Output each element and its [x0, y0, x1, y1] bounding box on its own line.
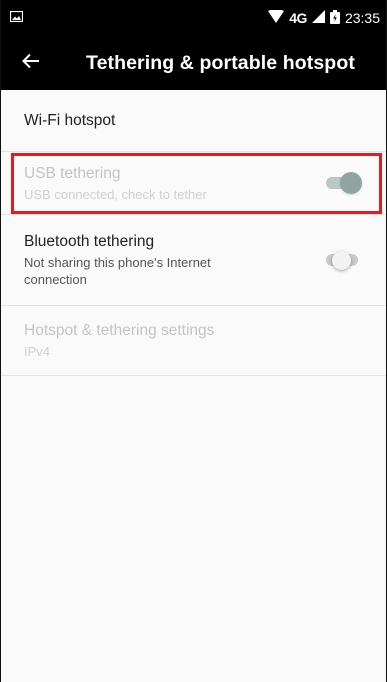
bluetooth-tethering-item[interactable]: Bluetooth tethering Not sharing this pho… — [1, 215, 386, 306]
clock: 23:35 — [344, 10, 380, 26]
item-summary: USB connected, check to tether — [24, 186, 207, 202]
signal-icon — [311, 10, 325, 26]
battery-icon — [329, 9, 340, 27]
toggle-thumb — [332, 251, 351, 270]
image-notification-icon — [9, 9, 24, 27]
status-bar: 4G 23:35 — [1, 0, 386, 36]
page-title: Tethering & portable hotspot — [86, 51, 355, 74]
screen: 4G 23:35 Tethering & portable hotspot Wi… — [0, 0, 387, 682]
settings-list: Wi-Fi hotspot USB tethering USB connecte… — [1, 90, 386, 376]
wifi-hotspot-item[interactable]: Wi-Fi hotspot — [1, 90, 386, 152]
usb-tethering-item[interactable]: USB tethering USB connected, check to te… — [1, 152, 386, 215]
hotspot-tethering-settings-item[interactable]: Hotspot & tethering settings IPv4 — [1, 306, 386, 376]
item-title: Hotspot & tethering settings — [24, 322, 215, 339]
item-title: USB tethering — [24, 164, 121, 182]
item-summary: Not sharing this phone's Internet connec… — [24, 255, 211, 287]
wifi-icon — [268, 9, 285, 26]
usb-tethering-toggle[interactable] — [324, 172, 362, 194]
item-title: Bluetooth tethering — [24, 233, 155, 250]
item-title: Wi-Fi hotspot — [24, 111, 116, 129]
arrow-left-icon — [22, 53, 40, 74]
item-summary: IPv4 — [24, 344, 51, 359]
network-type-label: 4G — [289, 10, 307, 26]
app-bar: Tethering & portable hotspot — [1, 36, 386, 90]
back-button[interactable] — [1, 36, 61, 90]
bluetooth-tethering-toggle[interactable] — [324, 249, 360, 271]
toggle-thumb — [340, 172, 362, 194]
